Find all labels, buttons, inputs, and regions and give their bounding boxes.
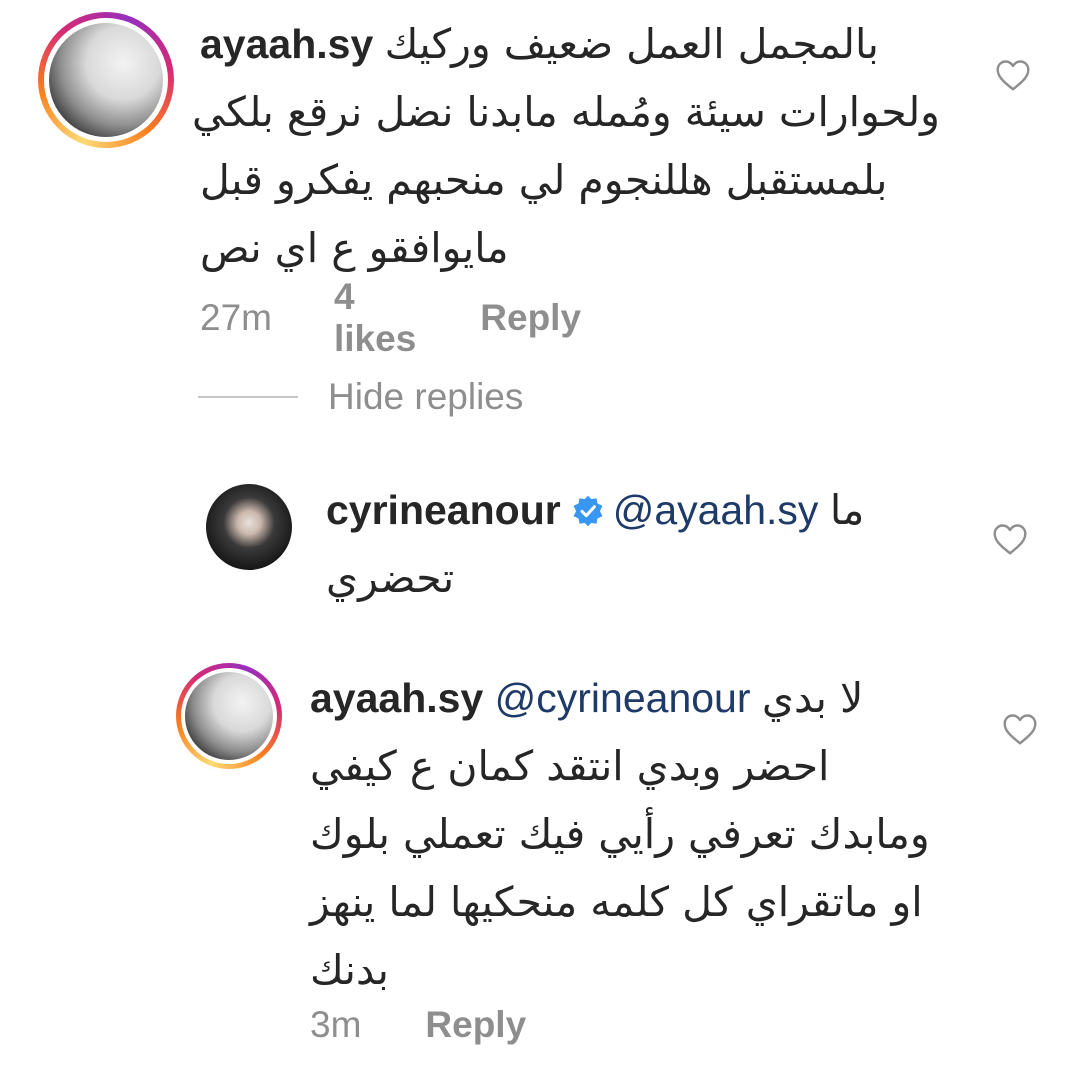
- reply-button[interactable]: Reply: [425, 1004, 526, 1046]
- avatar[interactable]: [206, 484, 292, 570]
- comment-meta: 27m 4 likes Reply: [200, 276, 581, 360]
- comment-text-line: بلمستقبل هللنجوم لي منحبهم يفكرو قبل: [200, 156, 888, 204]
- reply-meta: 3m Reply: [310, 1004, 526, 1046]
- comment-time: 27m: [200, 297, 272, 338]
- reply-text-line: ومابدك تعرفي رأيي فيك تعملي بلوك: [310, 810, 930, 858]
- hide-replies-label[interactable]: Hide replies: [328, 376, 523, 418]
- reply-username[interactable]: ayaah.sy: [310, 675, 483, 721]
- avatar-inner: [181, 668, 277, 764]
- heart-outline-icon[interactable]: [995, 58, 1031, 92]
- reply-body: ayaah.sy @cyrineanour لا بدي احضر وبدي ا…: [310, 664, 970, 1004]
- comment-text-line: ولحوارات سيئة ومُمله مابدنا نضل نرقع بلك…: [192, 88, 940, 136]
- heart-outline-icon[interactable]: [1002, 712, 1038, 746]
- verified-badge-icon: [573, 495, 603, 527]
- reply-body: cyrineanour @ayaah.sy ما تحضري: [326, 476, 966, 612]
- reply-username[interactable]: cyrineanour: [326, 487, 561, 533]
- heart-outline-icon[interactable]: [992, 522, 1028, 556]
- comment-text-line: بالمجمل العمل ضعيف وركيك: [384, 20, 879, 68]
- reply-time: 3m: [310, 1004, 362, 1045]
- reply-text-line: تحضري: [326, 554, 455, 602]
- hide-replies-toggle[interactable]: Hide replies: [198, 376, 523, 418]
- avatar[interactable]: [176, 663, 282, 769]
- reply-text-line: او ماتقراي كل كلمه منحكيها لما ينهز: [310, 878, 923, 926]
- reply-text-line: بدنك: [310, 946, 389, 994]
- comment-text-line: مايوافقو ع اي نص: [200, 224, 509, 272]
- avatar-inner: [44, 18, 168, 142]
- reply-text-line: احضر وبدي انتقد كمان ع كيفي: [310, 742, 830, 790]
- avatar[interactable]: [38, 12, 174, 148]
- reply-mention[interactable]: @ayaah.sy: [613, 487, 819, 533]
- comment-body: ayaah.sy بالمجمل العمل ضعيف وركيك ولحوار…: [192, 10, 940, 282]
- likes-count[interactable]: 4 likes: [334, 276, 416, 360]
- avatar-image: [185, 672, 273, 760]
- reply-button[interactable]: Reply: [480, 297, 581, 339]
- comment-username[interactable]: ayaah.sy: [200, 21, 373, 67]
- reply-text-line: ما: [829, 486, 865, 534]
- reply-mention[interactable]: @cyrineanour: [495, 675, 751, 721]
- reply-text-line: لا بدي: [761, 674, 864, 722]
- avatar-image: [49, 23, 163, 137]
- divider-line: [198, 396, 298, 398]
